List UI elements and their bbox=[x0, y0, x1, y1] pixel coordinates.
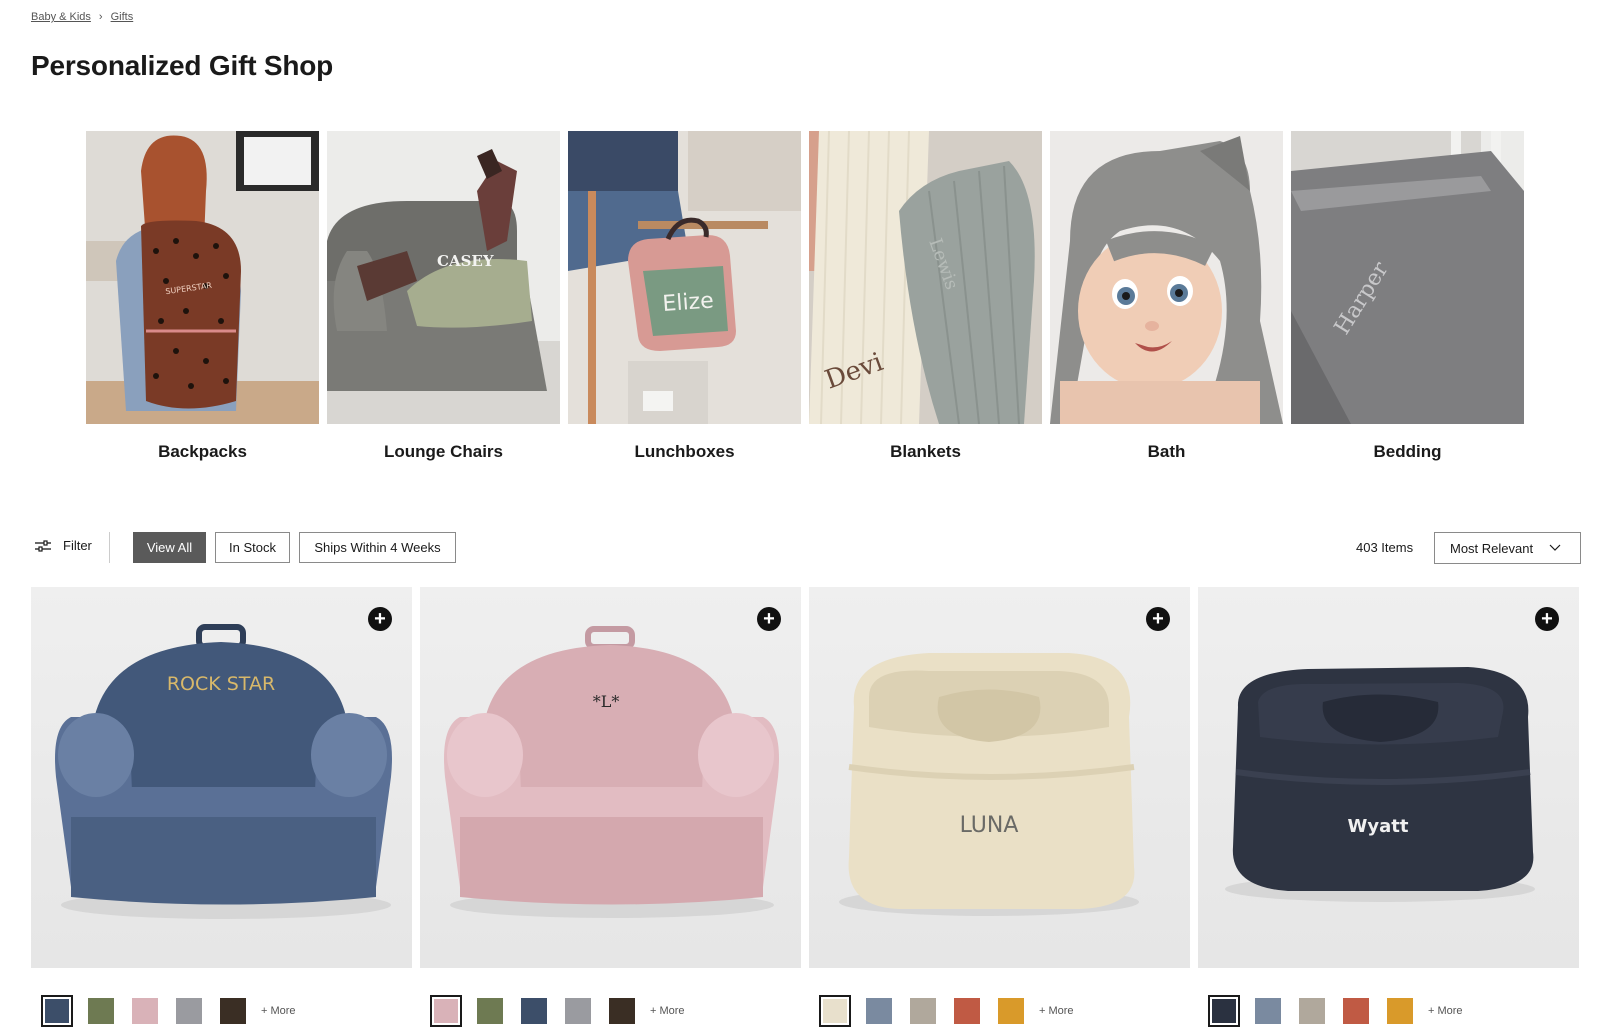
product-personalization: Wyatt bbox=[1348, 816, 1409, 837]
more-swatches-link[interactable]: + More bbox=[261, 1005, 296, 1017]
sort-dropdown[interactable]: Most Relevant bbox=[1434, 532, 1581, 564]
color-swatch[interactable] bbox=[1296, 995, 1328, 1027]
color-swatch[interactable] bbox=[951, 995, 983, 1027]
chip-ships-within-4-weeks[interactable]: Ships Within 4 Weeks bbox=[299, 532, 456, 563]
filter-button[interactable]: Filter bbox=[35, 538, 92, 553]
color-swatch[interactable] bbox=[430, 995, 462, 1027]
filter-toolbar: Filter View All In Stock Ships Within 4 … bbox=[31, 532, 1581, 564]
add-to-cart-plus-icon[interactable]: + bbox=[1535, 607, 1559, 631]
product-card: Wyatt + + More bbox=[1198, 587, 1579, 1027]
category-row: SUPERSTAR Backpacks CASEY Lounge Chairs bbox=[86, 131, 1524, 462]
color-swatch[interactable] bbox=[606, 995, 638, 1027]
product-image[interactable]: LUNA + bbox=[809, 587, 1190, 968]
category-tile-backpacks[interactable]: SUPERSTAR Backpacks bbox=[86, 131, 319, 462]
product-card: *L* + + More bbox=[420, 587, 801, 1027]
category-image-backpacks: SUPERSTAR bbox=[86, 131, 319, 424]
color-swatch[interactable] bbox=[474, 995, 506, 1027]
color-swatch[interactable] bbox=[562, 995, 594, 1027]
add-to-cart-plus-icon[interactable]: + bbox=[368, 607, 392, 631]
product-grid: ROCK STAR + + More *L* + + More LUNA + +… bbox=[31, 587, 1579, 1027]
product-image[interactable]: Wyatt + bbox=[1198, 587, 1579, 968]
more-swatches-link[interactable]: + More bbox=[1039, 1005, 1074, 1017]
product-personalization: *L* bbox=[593, 692, 620, 711]
item-count: 403 Items bbox=[1356, 540, 1414, 555]
category-image-bath bbox=[1050, 131, 1283, 424]
color-swatch[interactable] bbox=[1252, 995, 1284, 1027]
product-card: LUNA + + More bbox=[809, 587, 1190, 1027]
category-image-blankets: Devi Lewis bbox=[809, 131, 1042, 424]
category-image-lunchboxes: Elize bbox=[568, 131, 801, 424]
chip-view-all[interactable]: View All bbox=[133, 532, 206, 563]
product-image[interactable]: *L* + bbox=[420, 587, 801, 968]
color-swatch[interactable] bbox=[907, 995, 939, 1027]
color-swatch[interactable] bbox=[1384, 995, 1416, 1027]
filter-label: Filter bbox=[63, 538, 92, 553]
category-label: Lounge Chairs bbox=[383, 442, 503, 461]
color-swatch[interactable] bbox=[173, 995, 205, 1027]
toolbar-divider bbox=[109, 532, 110, 563]
product-personalization: LUNA bbox=[960, 813, 1019, 838]
more-swatches-link[interactable]: + More bbox=[1428, 1005, 1463, 1017]
color-swatch[interactable] bbox=[41, 995, 73, 1027]
color-swatch[interactable] bbox=[85, 995, 117, 1027]
color-swatch[interactable] bbox=[1208, 995, 1240, 1027]
color-swatch[interactable] bbox=[995, 995, 1027, 1027]
product-image[interactable]: ROCK STAR + bbox=[31, 587, 412, 968]
breadcrumb-link-gifts[interactable]: Gifts bbox=[111, 11, 134, 23]
category-tile-lounge-chairs[interactable]: CASEY Lounge Chairs bbox=[327, 131, 560, 462]
category-label: Backpacks bbox=[158, 442, 247, 461]
breadcrumb: Baby & Kids › Gifts bbox=[31, 11, 133, 23]
category-tile-bedding[interactable]: Harper Bedding bbox=[1291, 131, 1524, 462]
lunchbox-personalization: Elize bbox=[662, 288, 715, 317]
category-label: Blankets bbox=[890, 442, 961, 461]
color-swatch[interactable] bbox=[863, 995, 895, 1027]
breadcrumb-link-baby-kids[interactable]: Baby & Kids bbox=[31, 11, 91, 23]
sliders-icon bbox=[35, 539, 51, 552]
chip-in-stock[interactable]: In Stock bbox=[215, 532, 290, 563]
product-card: ROCK STAR + + More bbox=[31, 587, 412, 1027]
swatch-row: + More bbox=[1198, 995, 1579, 1027]
category-image-lounge-chairs: CASEY bbox=[327, 131, 560, 424]
lounge-chair-personalization: CASEY bbox=[437, 252, 494, 270]
page-title: Personalized Gift Shop bbox=[31, 50, 334, 81]
color-swatch[interactable] bbox=[518, 995, 550, 1027]
chevron-down-icon bbox=[1549, 544, 1561, 551]
category-tile-blankets[interactable]: Devi Lewis Blankets bbox=[809, 131, 1042, 462]
category-tile-lunchboxes[interactable]: Elize Lunchboxes bbox=[568, 131, 801, 462]
category-label: Bedding bbox=[1373, 442, 1442, 461]
swatch-row: + More bbox=[809, 995, 1190, 1027]
category-label: Bath bbox=[1147, 442, 1186, 461]
add-to-cart-plus-icon[interactable]: + bbox=[757, 607, 781, 631]
chevron-right-icon: › bbox=[98, 11, 103, 23]
more-swatches-link[interactable]: + More bbox=[650, 1005, 685, 1017]
product-personalization: ROCK STAR bbox=[167, 673, 275, 695]
color-swatch[interactable] bbox=[217, 995, 249, 1027]
swatch-row: + More bbox=[420, 995, 801, 1027]
swatch-row: + More bbox=[31, 995, 412, 1027]
category-image-bedding: Harper bbox=[1291, 131, 1524, 424]
add-to-cart-plus-icon[interactable]: + bbox=[1146, 607, 1170, 631]
category-tile-bath[interactable]: Bath bbox=[1050, 131, 1283, 462]
color-swatch[interactable] bbox=[819, 995, 851, 1027]
color-swatch[interactable] bbox=[1340, 995, 1372, 1027]
sort-label: Most Relevant bbox=[1450, 540, 1534, 556]
category-label: Lunchboxes bbox=[634, 442, 735, 461]
color-swatch[interactable] bbox=[129, 995, 161, 1027]
